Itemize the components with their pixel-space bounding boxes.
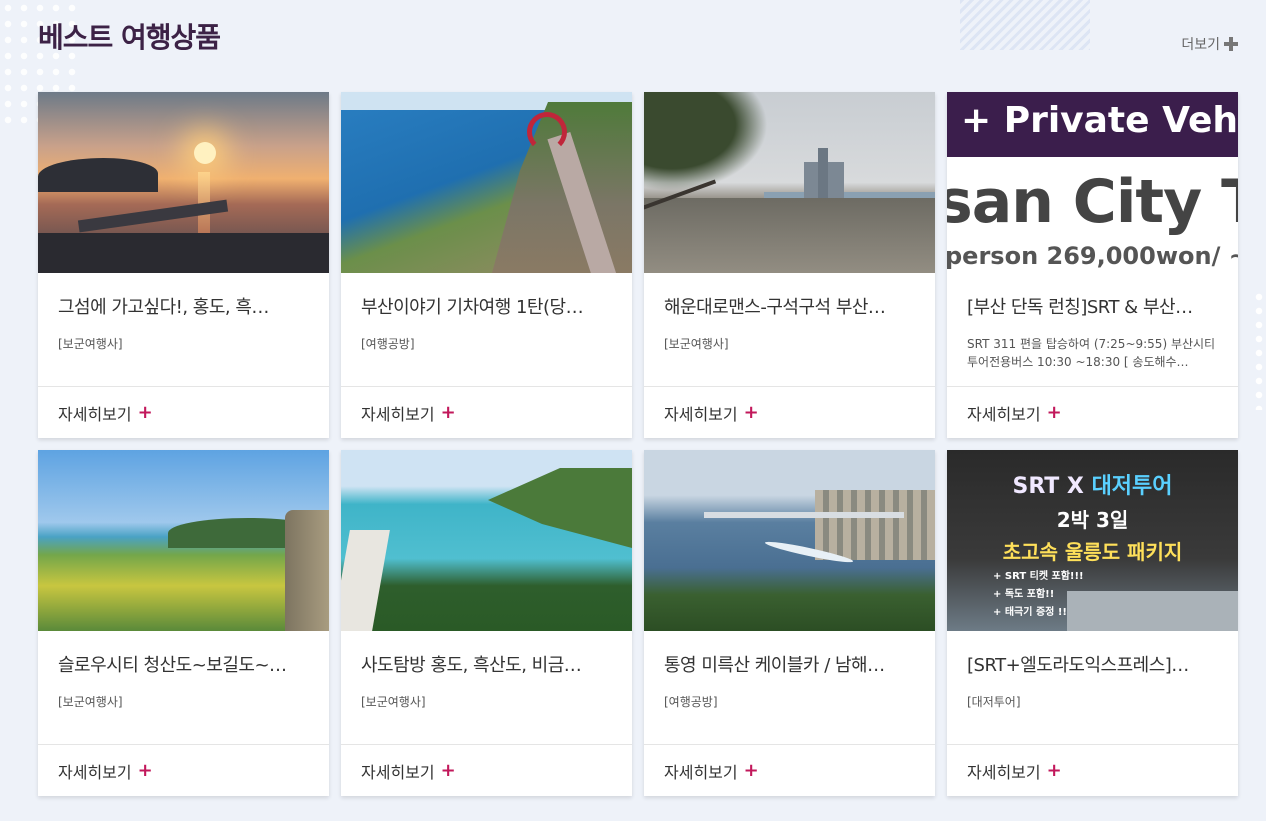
product-title[interactable]: [부산 단독 런칭]SRT & 부산…: [967, 293, 1218, 319]
product-card[interactable]: 슬로우시티 청산도~보길도~… [보군여행사] 자세히보기 +: [38, 450, 329, 796]
plus-icon: +: [440, 760, 456, 781]
product-description: [보군여행사]: [361, 695, 426, 709]
card-body: 사도탐방 홍도, 흑산도, 비금… [보군여행사]: [341, 631, 632, 745]
product-card[interactable]: 부산이야기 기차여행 1탄(당… [여행공방] 자세히보기 +: [341, 92, 632, 438]
poster-line-3: 초고속 울릉도 패키지: [1002, 540, 1183, 564]
card-body: [SRT+엘도라도익스프레스]… [대저투어]: [947, 631, 1238, 745]
product-thumbnail[interactable]: [341, 450, 632, 631]
product-title[interactable]: 그섬에 가고싶다!, 홍도, 흑…: [58, 293, 309, 319]
plus-icon: +: [1046, 760, 1062, 781]
poster-price: person 269,000won/ ~7: [947, 242, 1238, 270]
poster-headline: san City To: [947, 167, 1238, 237]
detail-label: 자세히보기: [361, 404, 435, 424]
product-card[interactable]: + Private Veh san City To person 269,000…: [947, 92, 1238, 438]
card-body: 통영 미륵산 케이블카 / 남해… [여행공방]: [644, 631, 935, 745]
plus-icon: [1224, 37, 1238, 51]
detail-label: 자세히보기: [664, 404, 738, 424]
decorative-dots-right: [1252, 290, 1266, 410]
product-thumbnail[interactable]: SRT X 대저투어 2박 3일 초고속 울릉도 패키지 + SRT 티켓 포함…: [947, 450, 1238, 631]
decorative-stripes: [960, 0, 1090, 50]
plus-icon: +: [743, 760, 759, 781]
product-description: [보군여행사]: [58, 337, 123, 351]
poster-line-1: SRT X 대저투어: [1012, 474, 1173, 499]
detail-link[interactable]: 자세히보기 +: [644, 387, 935, 438]
product-card[interactable]: 해운대로맨스-구석구석 부산… [보군여행사] 자세히보기 +: [644, 92, 935, 438]
product-thumbnail[interactable]: + Private Veh san City To person 269,000…: [947, 92, 1238, 273]
card-body: [부산 단독 런칭]SRT & 부산… SRT 311 편을 탑승하여 (7:2…: [947, 273, 1238, 387]
plus-icon: +: [137, 760, 153, 781]
plus-icon: +: [743, 402, 759, 423]
card-body: 그섬에 가고싶다!, 홍도, 흑… [보군여행사]: [38, 273, 329, 387]
detail-label: 자세히보기: [664, 762, 738, 782]
detail-link[interactable]: 자세히보기 +: [341, 387, 632, 438]
detail-label: 자세히보기: [58, 762, 132, 782]
product-grid: 그섬에 가고싶다!, 홍도, 흑… [보군여행사] 자세히보기 + 부산이야기 기…: [38, 92, 1238, 796]
product-description: [대저투어]: [967, 695, 1021, 709]
plus-icon: +: [1046, 402, 1062, 423]
section-title: 베스트 여행상품: [38, 21, 221, 54]
poster-line-2: 2박 3일: [1056, 508, 1129, 532]
detail-label: 자세히보기: [967, 762, 1041, 782]
product-title[interactable]: 사도탐방 홍도, 흑산도, 비금…: [361, 651, 612, 677]
detail-link[interactable]: 자세히보기 +: [947, 745, 1238, 796]
product-card[interactable]: 그섬에 가고싶다!, 홍도, 흑… [보군여행사] 자세히보기 +: [38, 92, 329, 438]
plus-icon: +: [137, 402, 153, 423]
detail-link[interactable]: 자세히보기 +: [38, 745, 329, 796]
product-thumbnail[interactable]: [644, 450, 935, 631]
product-description: [여행공방]: [361, 337, 415, 351]
more-link[interactable]: 더보기: [1181, 34, 1238, 54]
more-label: 더보기: [1181, 37, 1220, 53]
detail-link[interactable]: 자세히보기 +: [644, 745, 935, 796]
card-body: 해운대로맨스-구석구석 부산… [보군여행사]: [644, 273, 935, 387]
product-description: SRT 311 편을 탑승하여 (7:25~9:55) 부산시티투어전용버스 1…: [967, 337, 1216, 369]
product-description: [여행공방]: [664, 695, 718, 709]
detail-link[interactable]: 자세히보기 +: [947, 387, 1238, 438]
detail-link[interactable]: 자세히보기 +: [341, 745, 632, 796]
product-thumbnail[interactable]: [644, 92, 935, 273]
product-title[interactable]: 통영 미륵산 케이블카 / 남해…: [664, 651, 915, 677]
product-description: [보군여행사]: [664, 337, 729, 351]
detail-label: 자세히보기: [361, 762, 435, 782]
product-thumbnail[interactable]: [38, 450, 329, 631]
product-title[interactable]: 해운대로맨스-구석구석 부산…: [664, 293, 915, 319]
detail-link[interactable]: 자세히보기 +: [38, 387, 329, 438]
product-card[interactable]: 사도탐방 홍도, 흑산도, 비금… [보군여행사] 자세히보기 +: [341, 450, 632, 796]
product-description: [보군여행사]: [58, 695, 123, 709]
detail-label: 자세히보기: [967, 404, 1041, 424]
product-card[interactable]: 통영 미륵산 케이블카 / 남해… [여행공방] 자세히보기 +: [644, 450, 935, 796]
detail-label: 자세히보기: [58, 404, 132, 424]
poster-banner-text: + Private Veh: [947, 92, 1238, 157]
product-thumbnail[interactable]: [341, 92, 632, 273]
product-title[interactable]: 부산이야기 기차여행 1탄(당…: [361, 293, 612, 319]
card-body: 슬로우시티 청산도~보길도~… [보군여행사]: [38, 631, 329, 745]
product-thumbnail[interactable]: [38, 92, 329, 273]
card-body: 부산이야기 기차여행 1탄(당… [여행공방]: [341, 273, 632, 387]
plus-icon: +: [440, 402, 456, 423]
product-card[interactable]: SRT X 대저투어 2박 3일 초고속 울릉도 패키지 + SRT 티켓 포함…: [947, 450, 1238, 796]
product-title[interactable]: 슬로우시티 청산도~보길도~…: [58, 651, 309, 677]
product-title[interactable]: [SRT+엘도라도익스프레스]…: [967, 651, 1218, 677]
